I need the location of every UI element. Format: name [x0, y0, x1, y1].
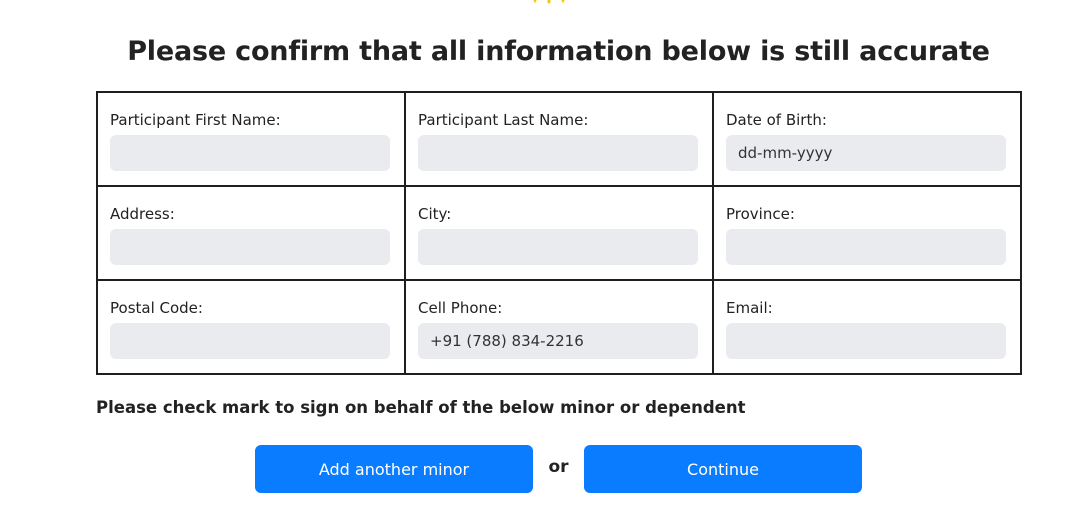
city-input[interactable] — [418, 229, 698, 265]
city-label: City: — [418, 205, 452, 223]
confirm-info-page: Please confirm that all information belo… — [0, 0, 1076, 511]
field-city: City: — [406, 187, 714, 281]
add-another-minor-button[interactable]: Add another minor — [255, 445, 533, 493]
last-name-label: Participant Last Name: — [418, 111, 589, 129]
postal-code-input[interactable] — [110, 323, 390, 359]
field-address: Address: — [98, 187, 406, 281]
date-of-birth-input[interactable] — [726, 135, 1006, 171]
first-name-label: Participant First Name: — [110, 111, 281, 129]
cell-phone-input[interactable] — [418, 323, 698, 359]
field-last-name: Participant Last Name: — [406, 93, 714, 187]
continue-button[interactable]: Continue — [584, 445, 862, 493]
province-input[interactable] — [726, 229, 1006, 265]
province-label: Province: — [726, 205, 795, 223]
sign-on-behalf-text: Please check mark to sign on behalf of t… — [96, 398, 746, 417]
email-input[interactable] — [726, 323, 1006, 359]
field-email: Email: — [714, 281, 1020, 373]
address-input[interactable] — [110, 229, 390, 265]
postal-code-label: Postal Code: — [110, 299, 203, 317]
field-postal-code: Postal Code: — [98, 281, 406, 373]
date-of-birth-label: Date of Birth: — [726, 111, 827, 129]
field-date-of-birth: Date of Birth: — [714, 93, 1020, 187]
last-name-input[interactable] — [418, 135, 698, 171]
page-title: Please confirm that all information belo… — [127, 36, 990, 67]
logo-fragment-icon — [533, 0, 565, 4]
field-province: Province: — [714, 187, 1020, 281]
email-label: Email: — [726, 299, 773, 317]
or-separator: or — [548, 457, 569, 477]
participant-info-table: Participant First Name: Participant Last… — [96, 91, 1022, 375]
field-cell-phone: Cell Phone: — [406, 281, 714, 373]
cell-phone-label: Cell Phone: — [418, 299, 503, 317]
field-first-name: Participant First Name: — [98, 93, 406, 187]
first-name-input[interactable] — [110, 135, 390, 171]
address-label: Address: — [110, 205, 175, 223]
